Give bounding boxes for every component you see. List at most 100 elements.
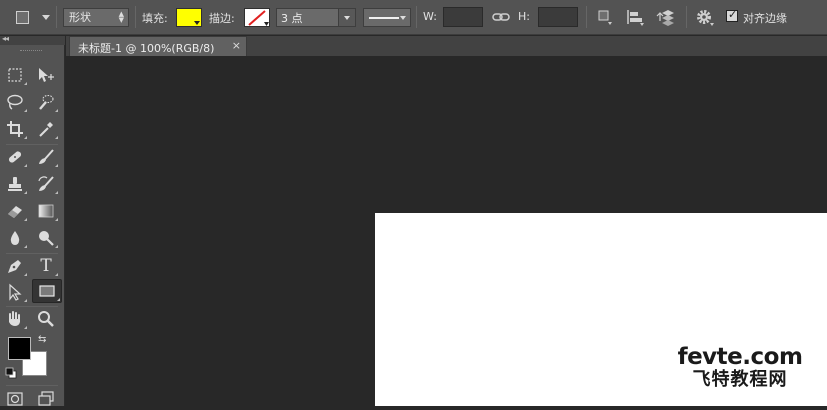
divider [686, 6, 687, 28]
divider [416, 6, 417, 28]
document-tab-bar: 未标题-1 @ 100%(RGB/8) × [66, 36, 827, 56]
divider [56, 6, 57, 28]
canvas-workspace[interactable]: fevte.com 飞特教程网 [66, 56, 827, 406]
solid-line-icon [369, 17, 399, 19]
path-operations-button[interactable] [594, 7, 616, 27]
tool-preset-picker[interactable] [8, 7, 52, 29]
tool-healing-brush[interactable] [2, 146, 28, 168]
updown-arrows-icon: ▲ ▼ [118, 10, 124, 24]
tool-zoom[interactable] [33, 308, 59, 330]
fill-label: 填充: [142, 12, 168, 25]
link-dimensions-button[interactable] [490, 7, 512, 27]
magnifier-icon [38, 311, 54, 327]
eraser-icon [8, 206, 22, 218]
rectangle-preset-icon [16, 11, 29, 24]
rectangular-marquee-icon [8, 68, 22, 82]
tool-hand[interactable] [2, 308, 28, 330]
align-left-icon [627, 10, 644, 26]
tool-mode-select[interactable]: 形状 ▲ ▼ [63, 8, 129, 27]
quick-mask-button[interactable] [2, 388, 28, 410]
bandage-icon [8, 151, 22, 163]
tool-blur[interactable] [2, 227, 28, 249]
stroke-size-field[interactable]: 3 点 [276, 8, 356, 27]
tool-lasso[interactable] [2, 91, 28, 113]
chevron-down-icon [400, 16, 406, 20]
tool-brush[interactable] [33, 146, 59, 168]
path-arrangement-button[interactable] [654, 7, 676, 27]
gradient-icon [38, 204, 54, 218]
gear-icon [697, 10, 714, 26]
tool-eyedropper[interactable] [33, 118, 59, 140]
options-bar: 形状 ▲ ▼ 填充: 描边: 3 点 W: H: ✓ 对齐边缘 [0, 0, 827, 35]
move-tool-icon [39, 68, 54, 82]
stroke-size-dropdown-button[interactable] [338, 9, 355, 26]
toolbox-header[interactable]: ◂◂ [0, 34, 65, 45]
water-drop-icon [10, 231, 20, 245]
width-input[interactable] [443, 7, 483, 27]
path-selection-arrow-icon [9, 283, 22, 301]
watermark-domain: fevte.com [677, 344, 803, 370]
tool-gradient[interactable] [33, 200, 59, 222]
quick-mask-icon [7, 392, 23, 406]
default-colors-icon[interactable] [5, 367, 17, 379]
geometry-options-button[interactable] [694, 7, 716, 27]
stroke-color-swatch[interactable] [244, 8, 270, 27]
divider [6, 306, 58, 307]
swap-colors-icon[interactable]: ⇆ [38, 334, 46, 345]
tool-rectangle[interactable] [32, 279, 62, 303]
brush-icon [39, 149, 54, 164]
tool-mode-value: 形状 [69, 11, 91, 24]
close-icon[interactable]: × [232, 39, 241, 52]
collapse-icon[interactable]: ◂◂ [2, 34, 9, 43]
chevron-down-icon [194, 21, 200, 25]
divider [6, 144, 58, 145]
align-edges-checkbox[interactable] [726, 8, 738, 22]
hand-icon [9, 311, 20, 326]
tool-quick-selection[interactable] [33, 91, 59, 113]
rectangle-shape-icon [39, 285, 55, 297]
document-canvas[interactable]: fevte.com 飞特教程网 [375, 213, 827, 406]
tool-marquee[interactable] [2, 64, 28, 86]
screen-mode-button[interactable] [33, 388, 59, 410]
height-input[interactable] [538, 7, 578, 27]
tool-type[interactable]: T [33, 255, 59, 277]
quick-selection-brush-icon [39, 94, 54, 110]
tool-crop[interactable] [2, 118, 28, 140]
dodge-icon [39, 231, 54, 246]
screen-mode-icon [38, 391, 54, 406]
tool-dodge[interactable] [33, 227, 59, 249]
document-tab[interactable]: 未标题-1 @ 100%(RGB/8) × [69, 36, 247, 56]
stamp-icon [8, 177, 22, 191]
chevron-down-icon [42, 15, 50, 20]
toolbox-grip[interactable] [20, 50, 42, 52]
path-operations-icon [598, 10, 612, 25]
layers-stack-icon [656, 10, 674, 26]
tool-eraser[interactable] [2, 200, 28, 222]
align-edges-label: 对齐边缘 [743, 12, 787, 25]
foreground-color-swatch[interactable] [8, 337, 31, 360]
site-watermark: fevte.com 飞特教程网 [665, 345, 815, 391]
tool-move[interactable] [33, 64, 59, 86]
stroke-label: 描边: [209, 12, 235, 25]
eyedropper-icon [39, 122, 53, 137]
lasso-icon [7, 94, 23, 110]
history-brush-icon [38, 176, 54, 191]
type-tool-icon: T [40, 256, 52, 276]
crop-icon [7, 121, 23, 137]
tool-pen[interactable] [2, 255, 28, 277]
tool-history-brush[interactable] [33, 173, 59, 195]
link-icon [492, 13, 510, 21]
divider [6, 385, 58, 386]
path-alignment-button[interactable] [624, 7, 646, 27]
watermark-site-name: 飞特教程网 [692, 369, 788, 390]
height-label: H: [518, 10, 530, 23]
tool-path-selection[interactable] [2, 281, 28, 303]
stroke-size-value: 3 点 [281, 12, 303, 25]
divider [135, 6, 136, 28]
toolbox-panel: ◂◂ T ⇆ [0, 34, 65, 406]
stroke-type-picker[interactable] [363, 8, 411, 27]
divider [586, 6, 587, 28]
fill-color-swatch[interactable] [176, 8, 202, 27]
no-color-slash-icon [248, 10, 269, 26]
tool-clone-stamp[interactable] [2, 173, 28, 195]
